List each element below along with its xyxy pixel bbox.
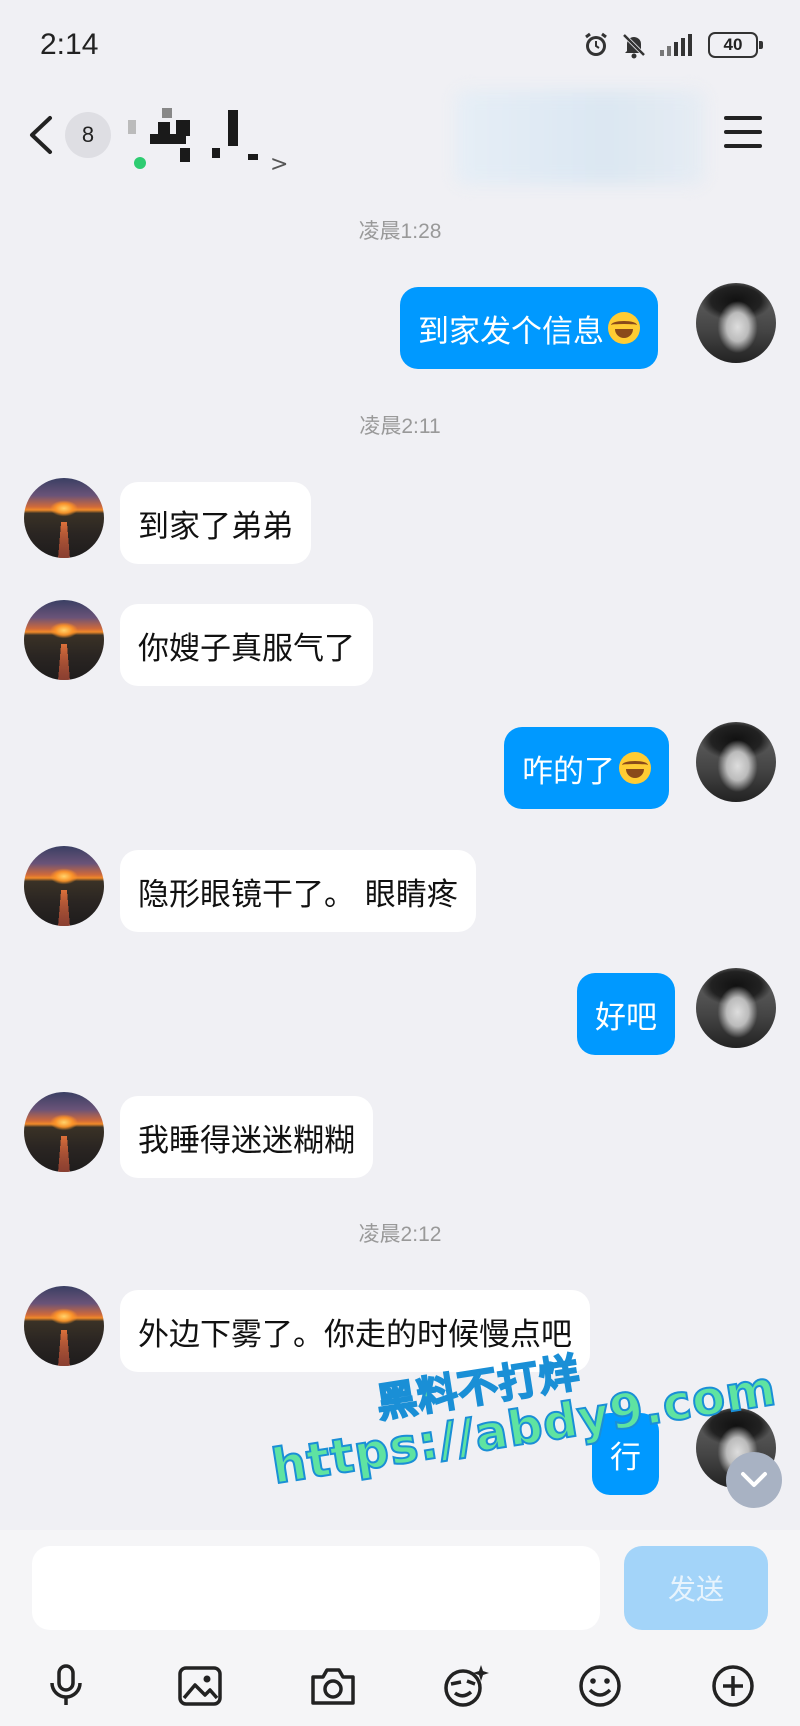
back-button[interactable] xyxy=(22,112,62,158)
contact-avatar[interactable] xyxy=(24,846,104,926)
redacted-area xyxy=(455,90,705,185)
contact-avatar[interactable] xyxy=(24,1286,104,1366)
plus-icon[interactable] xyxy=(705,1658,761,1714)
chat-header: 8 > xyxy=(0,90,800,200)
laughing-emoji-icon xyxy=(619,752,651,784)
message-text: 到家发个信息 xyxy=(418,313,604,350)
alarm-icon xyxy=(585,32,607,56)
mute-icon xyxy=(622,33,646,59)
status-icons: 40 xyxy=(582,31,763,59)
message-text: 外边下雾了。你走的时候慢点吧 xyxy=(138,1316,572,1353)
my-avatar[interactable] xyxy=(696,722,776,802)
camera-icon[interactable] xyxy=(305,1658,361,1714)
message-text: 好吧 xyxy=(595,999,657,1036)
timestamp: 凌晨1:28 xyxy=(358,220,442,243)
laughing-emoji-icon xyxy=(608,312,640,344)
online-status-dot xyxy=(134,157,146,169)
timestamp: 凌晨2:11 xyxy=(359,415,441,438)
input-area: 发送 xyxy=(0,1530,800,1726)
my-avatar[interactable] xyxy=(696,968,776,1048)
message-text: 你嫂子真服气了 xyxy=(138,630,355,667)
status-bar: 2:14 40 xyxy=(0,0,800,90)
message-text: 到家了弟弟 xyxy=(138,508,293,545)
message-text: 我睡得迷迷糊糊 xyxy=(138,1122,355,1159)
signal-icon xyxy=(660,34,692,56)
message-bubble-incoming[interactable]: 到家了弟弟 xyxy=(120,482,311,564)
microphone-icon[interactable] xyxy=(38,1658,94,1714)
chevron-down-icon xyxy=(741,1472,767,1487)
unread-count-badge[interactable]: 8 xyxy=(65,112,111,158)
sticker-icon[interactable] xyxy=(438,1658,494,1714)
contact-name-redacted[interactable] xyxy=(120,102,280,162)
image-icon[interactable] xyxy=(172,1658,228,1714)
message-bubble-incoming[interactable]: 我睡得迷迷糊糊 xyxy=(120,1096,373,1178)
my-avatar[interactable] xyxy=(696,283,776,363)
message-text: 咋的了 xyxy=(522,753,615,790)
status-time: 2:14 xyxy=(40,28,99,61)
contact-avatar[interactable] xyxy=(24,600,104,680)
chevron-left-icon xyxy=(30,116,52,154)
message-text: 隐形眼镜干了。 眼睛疼 xyxy=(138,876,458,913)
message-input[interactable] xyxy=(32,1546,600,1630)
menu-button[interactable] xyxy=(724,116,762,150)
contact-avatar[interactable] xyxy=(24,1092,104,1172)
contact-avatar[interactable] xyxy=(24,478,104,558)
message-bubble-incoming[interactable]: 你嫂子真服气了 xyxy=(120,604,373,686)
message-bubble-outgoing[interactable]: 好吧 xyxy=(577,973,675,1055)
battery-icon: 40 xyxy=(708,32,763,58)
scroll-to-bottom-button[interactable] xyxy=(726,1452,782,1508)
send-button[interactable]: 发送 xyxy=(624,1546,768,1630)
timestamp: 凌晨2:12 xyxy=(358,1223,442,1246)
message-bubble-incoming[interactable]: 隐形眼镜干了。 眼睛疼 xyxy=(120,850,476,932)
emoji-icon[interactable] xyxy=(572,1658,628,1714)
battery-level: 40 xyxy=(723,35,743,54)
input-toolbar xyxy=(0,1658,800,1718)
message-bubble-outgoing[interactable]: 咋的了 xyxy=(504,727,669,809)
message-bubble-outgoing[interactable]: 到家发个信息 xyxy=(400,287,658,369)
chevron-right-icon[interactable]: > xyxy=(270,152,288,177)
